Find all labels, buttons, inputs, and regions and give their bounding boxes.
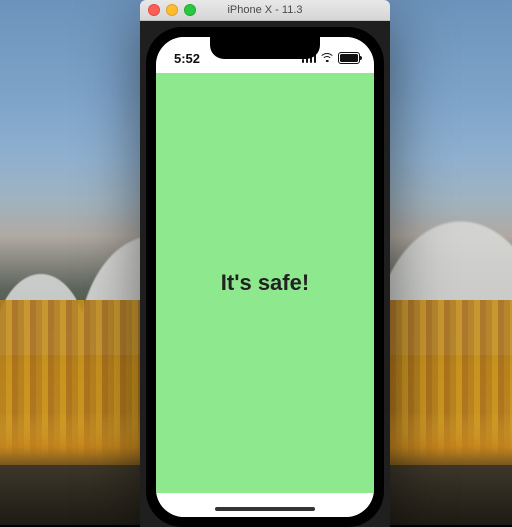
simulator-window[interactable]: iPhone X - 11.3 5:52 It's safe! [140,0,390,527]
app-safe-area[interactable]: It's safe! [156,73,374,493]
wifi-icon [320,53,334,63]
simulator-titlebar[interactable]: iPhone X - 11.3 [140,0,390,21]
iphone-x-device-frame: 5:52 It's safe! [146,27,384,527]
battery-icon [338,52,360,64]
iphone-screen[interactable]: 5:52 It's safe! [156,37,374,517]
status-time: 5:52 [174,51,200,66]
simulator-body: 5:52 It's safe! [140,21,390,527]
window-close-button[interactable] [148,4,160,16]
safe-label: It's safe! [221,270,309,296]
window-minimize-button[interactable] [166,4,178,16]
window-traffic-lights [140,4,196,16]
home-indicator[interactable] [215,507,315,511]
window-zoom-button[interactable] [184,4,196,16]
iphone-notch [210,37,320,59]
bottom-unsafe-area [156,493,374,517]
